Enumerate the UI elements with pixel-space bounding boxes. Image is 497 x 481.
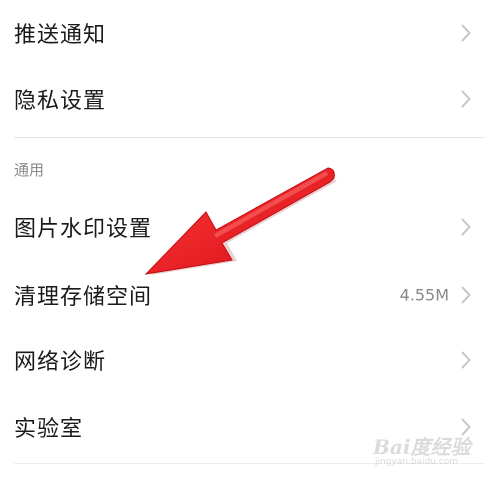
settings-item-label: 图片水印设置 xyxy=(14,217,153,242)
watermark-url: jingyan.baidu.com xyxy=(375,457,459,467)
settings-item-label: 推送通知 xyxy=(14,23,107,48)
chevron-right-icon xyxy=(461,24,471,42)
settings-item-label: 清理存储空间 xyxy=(14,285,153,310)
settings-item-push-notifications[interactable]: 推送通知 xyxy=(0,0,497,66)
chevron-right-icon xyxy=(461,286,471,304)
settings-item-label: 网络诊断 xyxy=(14,350,107,375)
section-divider xyxy=(14,137,485,138)
chevron-right-icon xyxy=(461,90,471,108)
settings-item-privacy[interactable]: 隐私设置 xyxy=(0,66,497,132)
storage-size-value: 4.55M xyxy=(399,285,449,305)
settings-item-label: 实验室 xyxy=(14,417,84,442)
baidu-jingyan-watermark: Bai度经验 jingyan.baidu.com xyxy=(373,429,483,467)
settings-item-clear-storage[interactable]: 清理存储空间 4.55M xyxy=(0,262,497,328)
settings-item-label: 隐私设置 xyxy=(14,89,107,114)
chevron-right-icon xyxy=(461,218,471,236)
watermark-logo: Bai度经验 xyxy=(373,435,471,459)
section-header-general: 通用 xyxy=(14,161,45,179)
chevron-right-icon xyxy=(461,351,471,369)
settings-item-network-diagnosis[interactable]: 网络诊断 xyxy=(0,327,497,393)
settings-item-image-watermark[interactable]: 图片水印设置 xyxy=(0,194,497,260)
